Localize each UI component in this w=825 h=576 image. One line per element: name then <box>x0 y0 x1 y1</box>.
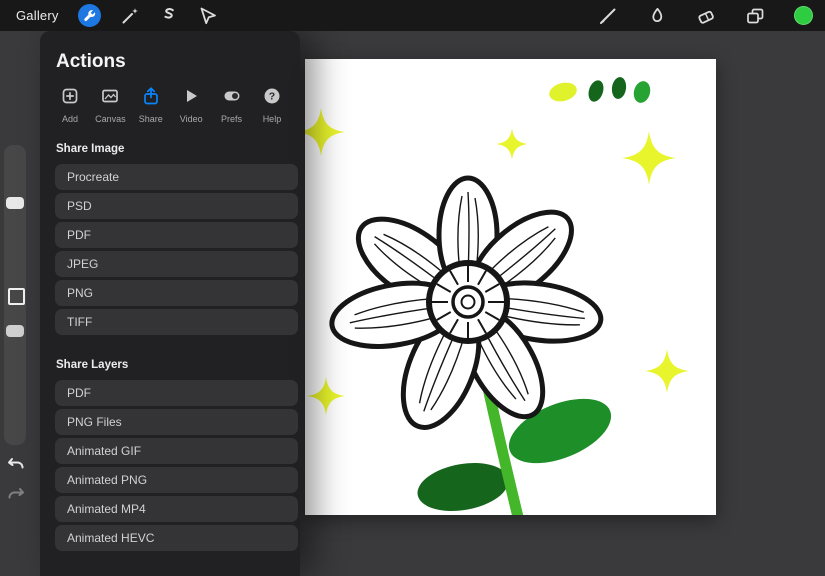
tab-prefs[interactable]: Prefs <box>212 86 252 124</box>
list-item-animated-png[interactable]: Animated PNG <box>55 467 298 493</box>
toolbar-left-group: Gallery <box>0 4 218 27</box>
layers-button[interactable] <box>745 6 765 26</box>
wrench-icon <box>79 6 99 26</box>
tab-add[interactable]: Add <box>50 86 90 124</box>
brush-size-slider-handle[interactable] <box>6 197 24 209</box>
brush-tool-button[interactable] <box>598 6 618 26</box>
tab-video[interactable]: Video <box>171 86 211 124</box>
list-item-animated-gif[interactable]: Animated GIF <box>55 438 298 464</box>
list-item-psd[interactable]: PSD <box>55 193 298 219</box>
list-item-layers-pdf[interactable]: PDF <box>55 380 298 406</box>
procreate-app: Gallery <box>0 0 825 576</box>
tab-help[interactable]: ? Help <box>252 86 292 124</box>
list-item-pdf[interactable]: PDF <box>55 222 298 248</box>
left-leaf <box>414 456 513 515</box>
drawing-canvas[interactable] <box>305 59 716 515</box>
tab-share[interactable]: Share <box>131 86 171 124</box>
list-item-jpeg[interactable]: JPEG <box>55 251 298 277</box>
svg-text:?: ? <box>269 91 275 103</box>
canvas-icon <box>100 86 120 111</box>
adjustments-button[interactable] <box>120 6 140 26</box>
share-layers-list: PDF PNG Files Animated GIF Animated PNG … <box>55 380 298 551</box>
video-play-icon <box>181 86 201 111</box>
opacity-slider-handle[interactable] <box>6 325 24 337</box>
smudge-tool-button[interactable] <box>647 6 667 26</box>
actions-button[interactable] <box>78 4 101 27</box>
top-toolbar: Gallery <box>0 0 825 31</box>
yellow-blob <box>547 80 579 104</box>
toolbar-right-group <box>598 6 825 26</box>
list-item-procreate[interactable]: Procreate <box>55 164 298 190</box>
redo-button[interactable] <box>6 483 26 503</box>
selection-button[interactable] <box>159 6 179 26</box>
toggle-icon <box>222 86 242 111</box>
help-icon: ? <box>262 86 282 111</box>
actions-panel: Actions Add Canvas <box>40 31 300 576</box>
dark-green-blob <box>586 78 606 103</box>
flower-artwork <box>305 59 716 515</box>
sidebar-slider-track[interactable] <box>4 145 26 445</box>
list-item-tiff[interactable]: TIFF <box>55 309 298 335</box>
tab-canvas[interactable]: Canvas <box>90 86 130 124</box>
list-item-png-files[interactable]: PNG Files <box>55 409 298 435</box>
modify-button[interactable] <box>8 288 25 305</box>
list-item-png[interactable]: PNG <box>55 280 298 306</box>
share-image-list: Procreate PSD PDF JPEG PNG TIFF <box>55 164 298 335</box>
list-item-animated-mp4[interactable]: Animated MP4 <box>55 496 298 522</box>
flower <box>327 178 605 438</box>
add-icon <box>60 86 80 111</box>
share-layers-heading: Share Layers <box>56 359 300 371</box>
eraser-tool-button[interactable] <box>696 6 716 26</box>
list-item-animated-hevc[interactable]: Animated HEVC <box>55 525 298 551</box>
share-icon <box>141 86 161 111</box>
undo-button[interactable] <box>6 453 26 473</box>
dark-green-blob <box>611 76 628 100</box>
panel-title: Actions <box>56 51 300 73</box>
green-blob <box>631 79 652 104</box>
active-color-swatch[interactable] <box>794 6 813 25</box>
gallery-button[interactable]: Gallery <box>16 8 59 23</box>
actions-tabs: Add Canvas <box>50 86 292 124</box>
transform-button[interactable] <box>198 6 218 26</box>
share-image-heading: Share Image <box>56 143 300 155</box>
